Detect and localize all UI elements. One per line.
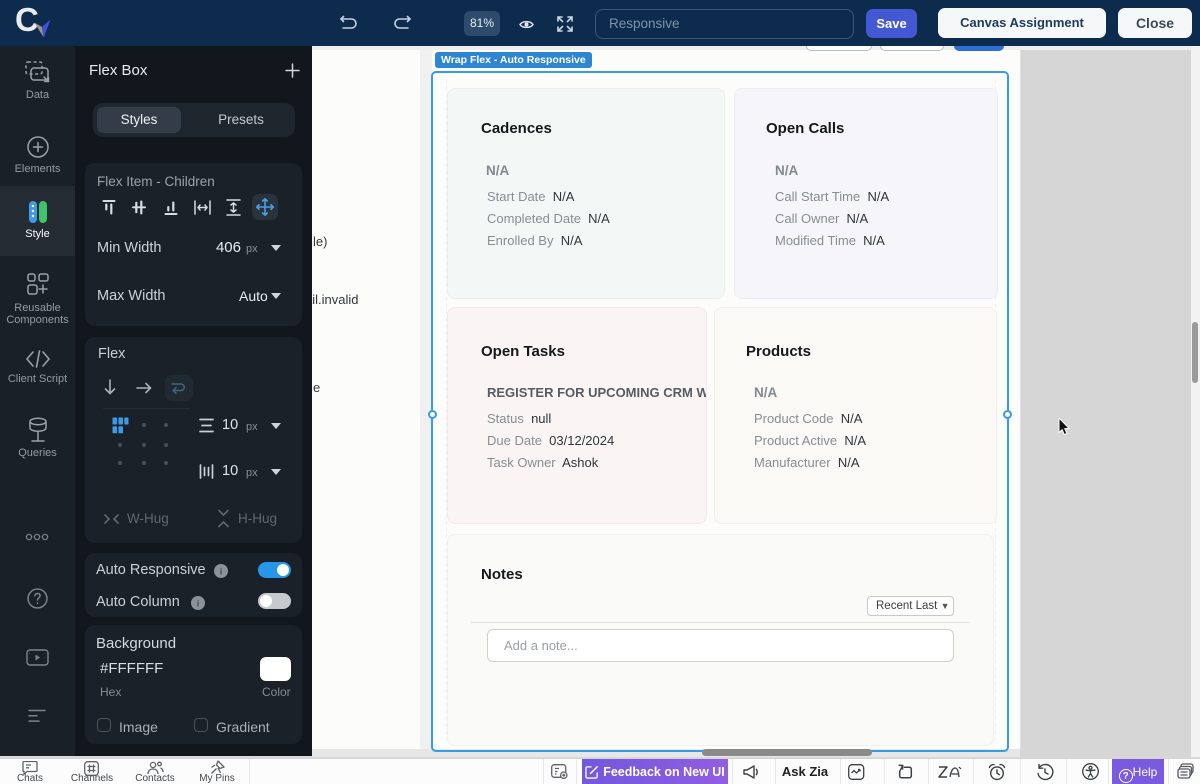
svg-text:i: i [197, 599, 199, 609]
svg-text:i: i [220, 567, 222, 577]
